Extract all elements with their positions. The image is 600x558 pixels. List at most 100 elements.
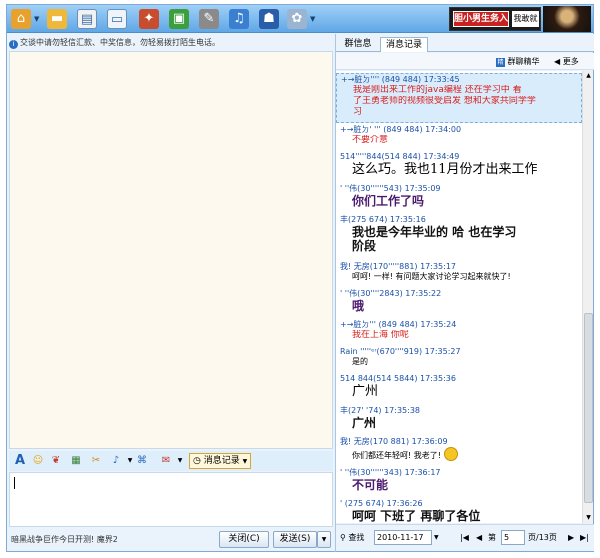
- message-history-button[interactable]: ◷ 消息记录 ▼: [189, 453, 252, 469]
- image-icon[interactable]: ▦: [69, 454, 83, 468]
- text-caret: [14, 477, 15, 489]
- gift-icon[interactable]: ✦: [139, 9, 159, 29]
- info-icon: i: [9, 40, 18, 49]
- message-item[interactable]: 我! 无房(170 881) 17:36:09 你们都还年轻呵! 我老了!: [336, 436, 582, 466]
- notice-text: 交谈中请勿轻信汇款、中奖信息，勿轻易拨打陌生电话。: [20, 38, 220, 47]
- page-prefix: 第: [488, 533, 496, 542]
- message-sender-time: +→脏ㄉ' ''' (849 484) 17:34:00: [340, 125, 462, 134]
- last-page-icon[interactable]: ▶|: [580, 532, 589, 544]
- window-icon[interactable]: ▭: [107, 9, 127, 29]
- smiley-emoticon-icon: [443, 447, 458, 461]
- message-sender-time: 514'''''844(514 844) 17:34:49: [340, 152, 460, 161]
- chat-window: ⌂ ▼ ▬ ▤ ▭ ✦ ▣ ✎ ♫ ☗ ✿ ▼ 胆小男生务入 我敢就 i 交谈中请…: [6, 4, 594, 552]
- message-item[interactable]: 丰(275 674) 17:35:16 我也是今年毕业的 哈 也在学习 阶段: [336, 214, 582, 260]
- more-label: 更多: [562, 57, 579, 66]
- message-text: 哦: [352, 299, 365, 313]
- message-item[interactable]: 我! 无房(170'''''881) 17:35:17 呵呵! 一样! 有问题大家…: [336, 261, 582, 287]
- search-label: 查找: [348, 533, 365, 542]
- message-item[interactable]: 丰(27' '74) 17:35:38 广州: [336, 405, 582, 435]
- scrollbar[interactable]: ▲ ▼: [582, 71, 593, 523]
- panel-tabs: 群信息 消息记录: [336, 34, 594, 52]
- message-sender-time: 丰(275 674) 17:35:16: [340, 215, 426, 224]
- message-item[interactable]: +→脏ㄉ'''' (849 484) 17:33:45 我是刚出来工作的java编…: [336, 73, 582, 123]
- message-text: 呵呵! 一样! 有问题大家讨论学习起来就快了!: [352, 272, 511, 281]
- user-icon[interactable]: ☗: [259, 9, 279, 29]
- message-sender-time: +→脏ㄉ'''' (849 484) 17:33:45: [341, 75, 460, 84]
- settings-icon[interactable]: ✿: [287, 9, 307, 29]
- first-page-icon[interactable]: |◀: [460, 532, 469, 544]
- message-item[interactable]: ' ''伟(30''''''543) 17:35:09 你们工作了吗: [336, 183, 582, 213]
- message-item[interactable]: +→脏ㄉ' ''' (849 484) 17:34:00 不要介意: [336, 124, 582, 150]
- calendar-dropdown-icon[interactable]: ▼: [434, 532, 439, 544]
- message-item[interactable]: ' ''伟(30''''''343) 17:36:17 不可能: [336, 467, 582, 497]
- message-item[interactable]: 514'''''844(514 844) 17:34:49 这么巧。我也11月份才…: [336, 151, 582, 182]
- home-icon[interactable]: ⌂: [11, 9, 31, 29]
- document-icon[interactable]: ▤: [77, 9, 97, 29]
- message-item[interactable]: ' ''伟(30''''2843) 17:35:22 哦: [336, 288, 582, 318]
- chevron-down-icon[interactable]: ▼: [173, 454, 187, 468]
- message-sender-time: ' (275 674) 17:36:26: [340, 499, 423, 508]
- screenshot-icon[interactable]: ✂: [89, 454, 103, 468]
- message-item[interactable]: Rain '''''ᵉʳ(670''''919) 17:35:27 是的: [336, 346, 582, 372]
- essence-icon: 精: [496, 58, 505, 67]
- message-text: 广州: [352, 416, 377, 430]
- message-item[interactable]: +→脏ㄉ''' (849 484) 17:35:24 我在上海 你呢: [336, 319, 582, 345]
- message-text: 不可能: [352, 478, 389, 492]
- page-number-input[interactable]: 5: [501, 530, 525, 545]
- message-text: 我也是今年毕业的 哈 也在学习: [352, 225, 517, 239]
- message-text: 呵呵 下班了 再聊了各位: [352, 509, 481, 523]
- speaker-icon: ◀: [554, 57, 561, 66]
- scroll-up-arrow-icon[interactable]: ▲: [583, 71, 594, 81]
- message-sender-time: 我! 无房(170 881) 17:36:09: [340, 437, 448, 446]
- message-item[interactable]: 514 844(514 5844) 17:35:36 广州: [336, 373, 582, 404]
- message-input[interactable]: [9, 472, 333, 527]
- music-share-icon[interactable]: ♪: [109, 454, 123, 468]
- message-text-span: 你们都还年轻呵! 我老了!: [352, 451, 441, 460]
- history-subbar: 精 群聊精华 ◀ 更多: [336, 53, 594, 70]
- message-list[interactable]: +→脏ㄉ'''' (849 484) 17:33:45 我是刚出来工作的java编…: [336, 71, 582, 523]
- message-display-area[interactable]: [9, 51, 333, 449]
- ad-left-label: 胆小男生务入: [453, 11, 509, 27]
- message-sender-time: ' ''伟(30''''''343) 17:36:17: [340, 468, 441, 477]
- folder-icon[interactable]: ▬: [47, 9, 67, 29]
- tab-message-history[interactable]: 消息记录: [380, 37, 428, 52]
- tools-icon[interactable]: ✎: [199, 9, 219, 29]
- message-sender-time: ' ''伟(30''''2843) 17:35:22: [340, 289, 442, 298]
- message-sender-time: ' ''伟(30''''''543) 17:35:09: [340, 184, 441, 193]
- search-button[interactable]: ⚲ 查找: [340, 532, 364, 544]
- next-page-icon[interactable]: ▶: [568, 532, 574, 544]
- send-options-button[interactable]: ▼: [317, 531, 331, 548]
- emoticon-icon[interactable]: ☺: [31, 454, 45, 468]
- scroll-down-arrow-icon[interactable]: ▼: [583, 513, 594, 523]
- ad-banner[interactable]: 胆小男生务入 我敢就: [449, 7, 541, 31]
- avatar[interactable]: [543, 6, 591, 32]
- search-icon: ⚲: [340, 533, 346, 542]
- format-toolbar: A ☺ ❦ ▦ ✂ ♪ ▼ ⌘ ✉ ▼ ◷ 消息记录 ▼: [9, 451, 333, 471]
- date-field[interactable]: 2010-11-17: [374, 530, 432, 545]
- font-icon[interactable]: A: [13, 454, 27, 468]
- message-text: 你们工作了吗: [352, 194, 425, 208]
- tab-group-info[interactable]: 群信息: [340, 37, 376, 52]
- group-essence-link[interactable]: 精 群聊精华: [496, 56, 540, 67]
- bottom-bar: 暗黑战争巨作今日开测! 魔界2 关闭(C) 发送(S) ▼: [7, 529, 335, 551]
- chevron-down-icon[interactable]: ▼: [310, 15, 315, 23]
- magic-face-icon[interactable]: ❦: [49, 454, 63, 468]
- more-link[interactable]: ◀ 更多: [554, 56, 579, 67]
- chevron-down-icon[interactable]: ▼: [34, 15, 39, 23]
- message-text: 不要介意: [352, 135, 389, 145]
- scissors-icon[interactable]: ⌘: [135, 454, 149, 468]
- ad-text-link[interactable]: 暗黑战争巨作今日开测! 魔界2: [11, 534, 118, 545]
- message-text: 广州: [352, 384, 379, 399]
- send-button[interactable]: 发送(S): [273, 531, 317, 548]
- music-icon[interactable]: ♫: [229, 9, 249, 29]
- message-text: 我是刚出来工作的java编程 还在学习中 看: [353, 85, 522, 95]
- message-item[interactable]: ' (275 674) 17:36:26 呵呵 下班了 再聊了各位: [336, 498, 582, 523]
- message-sender-time: Rain '''''ᵉʳ(670''''919) 17:35:27: [340, 347, 461, 356]
- scroll-thumb[interactable]: [584, 313, 593, 503]
- window-shake-icon[interactable]: ✉: [159, 454, 173, 468]
- close-button[interactable]: 关闭(C): [219, 531, 269, 548]
- prev-page-icon[interactable]: ◀: [476, 532, 482, 544]
- message-text: 了王勇老师的视频很受启发 想和大家共同学学: [353, 95, 536, 106]
- message-sender-time: 514 844(514 5844) 17:35:36: [340, 374, 456, 383]
- app-icon[interactable]: ▣: [169, 9, 189, 29]
